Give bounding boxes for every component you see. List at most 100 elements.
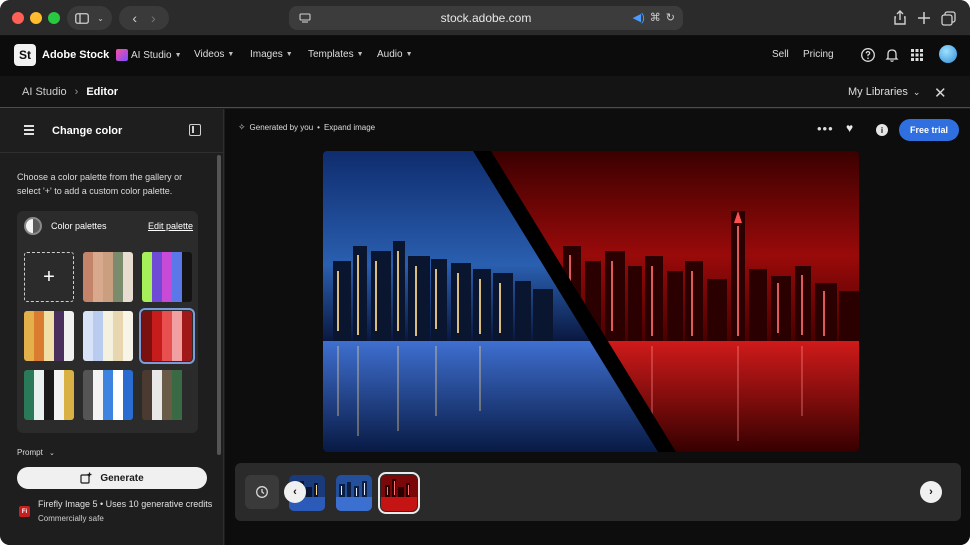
chevron-right-icon: › xyxy=(74,86,79,98)
palette-swatch[interactable] xyxy=(83,370,133,420)
prompt-toggle[interactable]: Prompt ⌄ xyxy=(17,448,55,457)
tab-overview-icon[interactable] xyxy=(940,9,958,27)
scroll-left-button[interactable]: ‹ xyxy=(284,481,306,503)
palette-color-stripe xyxy=(123,252,133,302)
site-header: St Adobe Stock AI Studio ▼ Videos ▼ Imag… xyxy=(0,36,970,76)
palette-color-stripe xyxy=(93,252,103,302)
new-tab-icon[interactable] xyxy=(915,9,933,27)
breadcrumb-ai-studio[interactable]: AI Studio xyxy=(22,86,67,98)
chevron-down-icon: ⌄ xyxy=(97,13,104,23)
commercially-safe-label: Commercially safe xyxy=(38,514,104,523)
reload-icon[interactable]: ↻ xyxy=(666,11,675,24)
notifications-bell-icon[interactable] xyxy=(884,47,900,63)
palette-color-stripe xyxy=(182,252,192,302)
edit-palette-link[interactable]: Edit palette xyxy=(148,221,193,231)
nav-label: Videos xyxy=(194,49,225,60)
palette-color-stripe xyxy=(103,311,113,361)
nav-ai-studio[interactable]: AI Studio ▼ xyxy=(116,49,182,61)
variation-thumbnail[interactable] xyxy=(336,475,372,511)
close-editor-icon[interactable]: ✕ xyxy=(934,84,947,102)
palette-color-stripe xyxy=(44,311,54,361)
breadcrumb: AI Studio › Editor xyxy=(22,86,118,98)
nav-videos[interactable]: Videos ▼ xyxy=(194,49,234,60)
nav-templates[interactable]: Templates ▼ xyxy=(308,49,364,60)
palette-color-stripe xyxy=(113,311,123,361)
info-icon[interactable]: i xyxy=(876,124,888,136)
menu-icon[interactable] xyxy=(24,125,34,137)
chevron-down-icon: ▼ xyxy=(405,51,413,58)
nav-label: AI Studio xyxy=(131,49,172,61)
palette-color-stripe xyxy=(34,370,44,420)
my-libraries-dropdown[interactable]: My Libraries ⌄ xyxy=(848,86,920,98)
palette-color-stripe xyxy=(123,370,133,420)
url-text: stock.adobe.com xyxy=(440,11,532,25)
close-window-button[interactable] xyxy=(12,12,24,24)
audio-icon[interactable]: ◀︎) xyxy=(633,11,645,24)
variation-thumbnail-selected[interactable] xyxy=(378,472,420,514)
user-avatar[interactable] xyxy=(939,45,957,63)
help-icon[interactable] xyxy=(860,47,876,63)
brand-name[interactable]: Adobe Stock xyxy=(42,49,109,61)
image-source-info: ✧ Generated by you • Expand image xyxy=(238,122,375,133)
palette-color-stripe xyxy=(152,311,162,361)
nav-images[interactable]: Images ▼ xyxy=(250,49,293,60)
prompt-label: Prompt xyxy=(17,448,43,457)
nav-audio[interactable]: Audio ▼ xyxy=(377,49,413,60)
color-palette-icon xyxy=(24,217,42,235)
palette-color-stripe xyxy=(142,252,152,302)
palette-color-stripe xyxy=(152,370,162,420)
palette-swatch[interactable] xyxy=(83,252,133,302)
palette-swatch[interactable] xyxy=(142,252,192,302)
palette-color-stripe xyxy=(103,252,113,302)
translate-icon[interactable]: ⌘ xyxy=(650,11,661,24)
palette-color-stripe xyxy=(64,370,74,420)
chevron-right-icon: › xyxy=(929,486,933,498)
generate-label: Generate xyxy=(100,472,144,484)
history-button[interactable] xyxy=(245,475,279,509)
editor-canvas-area: ✧ Generated by you • Expand image ••• ♥ … xyxy=(225,109,970,545)
apps-grid-icon[interactable] xyxy=(909,47,925,63)
sell-link[interactable]: Sell xyxy=(772,49,789,60)
zoom-window-button[interactable] xyxy=(48,12,60,24)
palette-swatch[interactable] xyxy=(24,370,74,420)
palette-color-stripe xyxy=(113,252,123,302)
add-custom-palette-button[interactable]: + xyxy=(24,252,74,302)
palette-swatch[interactable] xyxy=(142,370,192,420)
palette-color-stripe xyxy=(93,311,103,361)
generate-button[interactable]: Generate xyxy=(17,467,207,489)
back-button[interactable]: ‹ xyxy=(132,10,137,26)
address-bar[interactable]: stock.adobe.com ◀︎) ⌘ ↻ xyxy=(289,6,683,30)
city-skyline-image xyxy=(323,151,859,452)
free-trial-button[interactable]: Free trial xyxy=(899,119,959,141)
minimize-window-button[interactable] xyxy=(30,12,42,24)
collapse-panel-icon[interactable] xyxy=(189,124,201,136)
share-icon[interactable] xyxy=(891,9,909,27)
palette-color-stripe xyxy=(44,370,54,420)
palette-color-stripe xyxy=(162,252,172,302)
generated-image[interactable] xyxy=(323,151,859,452)
palette-swatch-selected[interactable] xyxy=(139,308,195,364)
pricing-link[interactable]: Pricing xyxy=(803,49,834,60)
panel-scrollbar[interactable] xyxy=(217,155,221,455)
chevron-down-icon: ⌄ xyxy=(912,86,921,97)
more-options-icon[interactable]: ••• xyxy=(817,121,834,136)
palette-color-stripe xyxy=(142,370,152,420)
scroll-right-button[interactable]: › xyxy=(920,481,942,503)
palette-swatch[interactable] xyxy=(83,311,133,361)
editor-topbar: AI Studio › Editor My Libraries ⌄ ✕ xyxy=(0,76,970,108)
favorite-heart-icon[interactable]: ♥ xyxy=(846,121,853,135)
chevron-down-icon: ⌄ xyxy=(49,450,55,457)
forward-button[interactable]: › xyxy=(151,10,156,26)
adobe-stock-logo[interactable]: St xyxy=(14,44,36,66)
panel-description: Choose a color palette from the gallery … xyxy=(17,172,183,196)
palette-swatch[interactable] xyxy=(24,311,74,361)
sidebar-toggle-button[interactable]: ⌄ xyxy=(67,6,112,30)
expand-image-label: Expand image xyxy=(323,123,376,132)
change-color-panel: Change color Choose a color palette from… xyxy=(0,109,224,545)
palette-color-stripe xyxy=(103,370,113,420)
palette-color-stripe xyxy=(172,252,182,302)
palette-color-stripe xyxy=(162,311,172,361)
nav-label: Audio xyxy=(377,49,403,60)
palette-color-stripe xyxy=(54,311,64,361)
palette-color-stripe xyxy=(152,252,162,302)
